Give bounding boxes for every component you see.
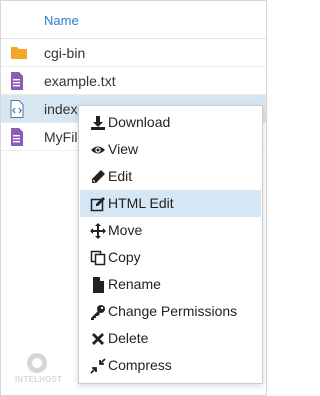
text-file-icon [10,128,26,146]
key-icon [90,304,106,320]
menu-item-label: Edit [108,168,133,184]
move-arrows-icon [90,223,106,239]
menu-item-label: View [108,141,139,157]
pencil-icon [90,169,106,185]
menu-item-label: Rename [108,276,161,292]
menu-item-label: Move [108,222,143,238]
context-menu: Download View Edit HTML Edit Move Copy R… [78,105,263,384]
menu-item-view[interactable]: View [80,136,261,163]
x-icon [90,331,106,347]
code-file-icon [10,100,26,118]
eye-icon [90,142,106,158]
folder-icon [10,44,27,62]
menu-item-delete[interactable]: Delete [80,325,261,352]
logo-text: INTELHOST [15,375,63,384]
copy-icon [90,250,106,266]
text-file-icon [10,72,26,90]
menu-item-copy[interactable]: Copy [80,244,261,271]
menu-item-label: Compress [108,357,172,373]
menu-item-label: Copy [108,249,141,265]
table-header: Name [1,1,266,39]
menu-item-label: HTML Edit [108,195,174,211]
menu-item-html-edit[interactable]: HTML Edit [80,190,261,217]
column-header-name[interactable]: Name [44,13,79,28]
file-icon [90,277,106,293]
file-row-cgi-bin[interactable]: cgi-bin [1,39,266,67]
menu-item-rename[interactable]: Rename [80,271,261,298]
intelhost-logo: INTELHOST [15,351,62,391]
html-edit-icon [90,196,106,212]
file-name[interactable]: cgi-bin [44,45,85,61]
menu-item-label: Change Permissions [108,303,238,319]
download-icon [90,115,106,131]
menu-item-move[interactable]: Move [80,217,261,244]
menu-item-change-permissions[interactable]: Change Permissions [80,298,261,325]
compress-icon [90,358,106,374]
menu-item-label: Delete [108,330,149,346]
file-row-example-txt[interactable]: example.txt [1,67,266,95]
menu-item-compress[interactable]: Compress [80,352,261,379]
file-name[interactable]: example.txt [44,73,116,89]
menu-item-edit[interactable]: Edit [80,163,261,190]
file-name[interactable]: index. [44,101,81,117]
menu-item-label: Download [108,114,171,130]
menu-item-download[interactable]: Download [80,109,261,136]
